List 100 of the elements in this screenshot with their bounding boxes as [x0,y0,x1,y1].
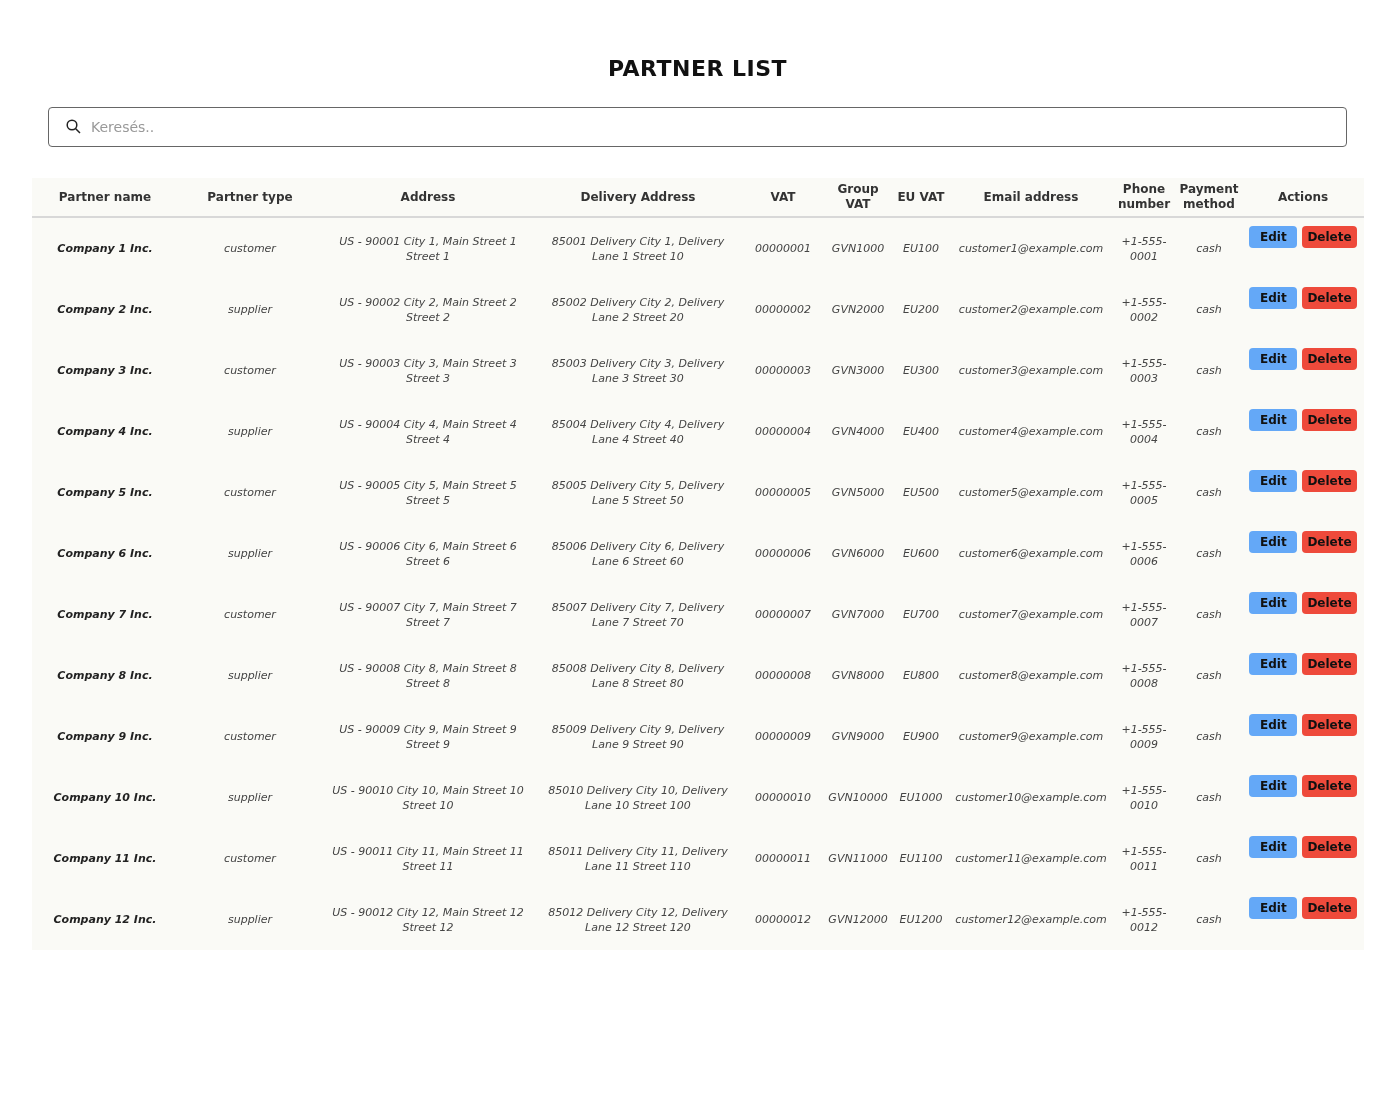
vat-cell: 00000003 [742,340,824,401]
address-cell: US - 90001 City 1, Main Street 1 Street 1 [322,217,534,279]
payment-method-cell: cash [1176,645,1242,706]
email-cell: customer11@example.com [950,828,1112,889]
delivery-address-cell: 85011 Delivery City 11, Delivery Lane 11 Street 110 [534,828,742,889]
delete-button[interactable]: Delete [1302,592,1357,614]
partner-type-cell: supplier [178,645,322,706]
vat-cell: 00000001 [742,217,824,279]
group-vat-cell: GVN12000 [824,889,892,950]
email-cell: customer12@example.com [950,889,1112,950]
email-cell: customer6@example.com [950,523,1112,584]
vat-cell: 00000010 [742,767,824,828]
address-cell: US - 90005 City 5, Main Street 5 Street 5 [322,462,534,523]
eu-vat-cell: EU1200 [892,889,950,950]
payment-method-cell: cash [1176,340,1242,401]
edit-button[interactable]: Edit [1249,592,1298,614]
eu-vat-cell: EU800 [892,645,950,706]
delete-button[interactable]: Delete [1302,836,1357,858]
payment-method-cell: cash [1176,462,1242,523]
vat-cell: 00000012 [742,889,824,950]
delete-button[interactable]: Delete [1302,348,1357,370]
partner-type-cell: customer [178,340,322,401]
vat-cell: 00000004 [742,401,824,462]
edit-button[interactable]: Edit [1249,470,1298,492]
column-header: Delivery Address [534,178,742,217]
address-cell: US - 90008 City 8, Main Street 8 Street 8 [322,645,534,706]
edit-button[interactable]: Edit [1249,226,1298,248]
payment-method-cell: cash [1176,523,1242,584]
edit-button[interactable]: Edit [1249,287,1298,309]
address-cell: US - 90010 City 10, Main Street 10 Street 10 [322,767,534,828]
vat-cell: 00000007 [742,584,824,645]
group-vat-cell: GVN11000 [824,828,892,889]
eu-vat-cell: EU100 [892,217,950,279]
email-cell: customer1@example.com [950,217,1112,279]
edit-button[interactable]: Edit [1249,653,1298,675]
phone-cell: +1-555-0012 [1112,889,1176,950]
email-cell: customer10@example.com [950,767,1112,828]
payment-method-cell: cash [1176,584,1242,645]
delete-button[interactable]: Delete [1302,714,1357,736]
address-cell: US - 90004 City 4, Main Street 4 Street 4 [322,401,534,462]
eu-vat-cell: EU1100 [892,828,950,889]
search-field[interactable]: Keresés.. [48,107,1347,147]
delete-button[interactable]: Delete [1302,775,1357,797]
eu-vat-cell: EU900 [892,706,950,767]
partner-name-cell: Company 4 Inc. [32,401,178,462]
column-header: EU VAT [892,178,950,217]
edit-button[interactable]: Edit [1249,836,1298,858]
group-vat-cell: GVN2000 [824,279,892,340]
group-vat-cell: GVN1000 [824,217,892,279]
phone-cell: +1-555-0010 [1112,767,1176,828]
phone-cell: +1-555-0011 [1112,828,1176,889]
payment-method-cell: cash [1176,889,1242,950]
group-vat-cell: GVN3000 [824,340,892,401]
partner-type-cell: supplier [178,889,322,950]
delete-button[interactable]: Delete [1302,897,1357,919]
partner-name-cell: Company 7 Inc. [32,584,178,645]
delete-button[interactable]: Delete [1302,287,1357,309]
group-vat-cell: GVN9000 [824,706,892,767]
eu-vat-cell: EU700 [892,584,950,645]
address-cell: US - 90002 City 2, Main Street 2 Street 2 [322,279,534,340]
partner-type-cell: customer [178,462,322,523]
email-cell: customer7@example.com [950,584,1112,645]
partner-type-cell: customer [178,584,322,645]
page-title: PARTNER LIST [606,55,789,83]
email-cell: customer8@example.com [950,645,1112,706]
delivery-address-cell: 85001 Delivery City 1, Delivery Lane 1 Street 10 [534,217,742,279]
partner-name-cell: Company 1 Inc. [32,217,178,279]
payment-method-cell: cash [1176,217,1242,279]
phone-cell: +1-555-0006 [1112,523,1176,584]
edit-button[interactable]: Edit [1249,348,1298,370]
address-cell: US - 90006 City 6, Main Street 6 Street 6 [322,523,534,584]
column-header: Partner type [178,178,322,217]
phone-cell: +1-555-0004 [1112,401,1176,462]
group-vat-cell: GVN7000 [824,584,892,645]
payment-method-cell: cash [1176,401,1242,462]
edit-button[interactable]: Edit [1249,775,1298,797]
column-header: Phone number [1112,178,1176,217]
delete-button[interactable]: Delete [1302,531,1357,553]
partner-name-cell: Company 12 Inc. [32,889,178,950]
column-header: Partner name [32,178,178,217]
partner-name-cell: Company 3 Inc. [32,340,178,401]
edit-button[interactable]: Edit [1249,409,1298,431]
delete-button[interactable]: Delete [1302,409,1357,431]
phone-cell: +1-555-0002 [1112,279,1176,340]
edit-button[interactable]: Edit [1249,531,1298,553]
delete-button[interactable]: Delete [1302,470,1357,492]
partner-type-cell: supplier [178,279,322,340]
edit-button[interactable]: Edit [1249,714,1298,736]
edit-button[interactable]: Edit [1249,897,1298,919]
delivery-address-cell: 85004 Delivery City 4, Delivery Lane 4 Street 40 [534,401,742,462]
phone-cell: +1-555-0008 [1112,645,1176,706]
payment-method-cell: cash [1176,706,1242,767]
partner-name-cell: Company 10 Inc. [32,767,178,828]
delete-button[interactable]: Delete [1302,653,1357,675]
delivery-address-cell: 85005 Delivery City 5, Delivery Lane 5 Street 50 [534,462,742,523]
delivery-address-cell: 85003 Delivery City 3, Delivery Lane 3 Street 30 [534,340,742,401]
delete-button[interactable]: Delete [1302,226,1357,248]
email-cell: customer3@example.com [950,340,1112,401]
partner-type-cell: supplier [178,401,322,462]
partner-name-cell: Company 9 Inc. [32,706,178,767]
